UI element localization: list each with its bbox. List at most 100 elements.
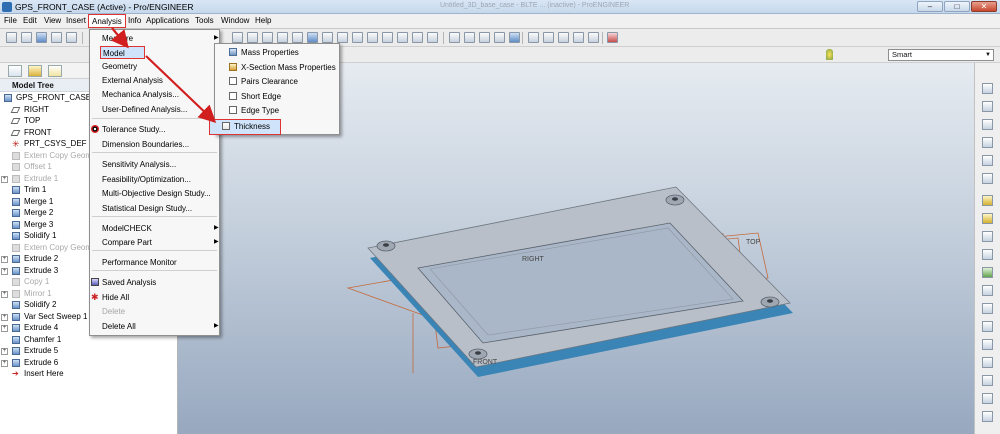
print-icon[interactable] bbox=[51, 32, 62, 43]
orient-icon[interactable] bbox=[307, 32, 318, 43]
model-submenu-item[interactable]: Edge Type bbox=[215, 104, 339, 117]
blend-tool-icon[interactable] bbox=[982, 249, 993, 260]
whats-this-icon[interactable] bbox=[607, 32, 618, 43]
model-tree-item[interactable]: Chamfer 1 bbox=[0, 335, 178, 347]
shading-icon[interactable] bbox=[494, 32, 505, 43]
menu-help[interactable]: Help bbox=[255, 16, 271, 25]
hole-tool-icon[interactable] bbox=[982, 267, 993, 278]
expand-icon[interactable]: + bbox=[1, 175, 8, 183]
menu-applications[interactable]: Applications bbox=[146, 16, 189, 25]
mirror-tool-icon[interactable] bbox=[982, 393, 993, 404]
analysis-menu-item[interactable]: Measure ▶ bbox=[90, 32, 219, 45]
datum-planes-icon[interactable] bbox=[528, 32, 539, 43]
draft-tool-icon[interactable] bbox=[982, 321, 993, 332]
analysis-menu-item[interactable]: Feasibility/Optimization... bbox=[90, 173, 219, 186]
layers-icon[interactable] bbox=[397, 32, 408, 43]
analysis-menu-item[interactable]: Saved Analysis bbox=[90, 276, 219, 289]
shell-tool-icon[interactable] bbox=[982, 285, 993, 296]
analysis-menu-item[interactable]: Sensitivity Analysis... bbox=[90, 158, 219, 171]
analysis-menu-item[interactable]: Statistical Design Study... bbox=[90, 202, 219, 215]
menu-insert[interactable]: Insert bbox=[66, 16, 86, 25]
analysis-menu-item[interactable]: ModelCHECK ▶ bbox=[90, 222, 219, 235]
sweep-tool-icon[interactable] bbox=[982, 231, 993, 242]
menu-analysis[interactable]: Analysis bbox=[88, 14, 126, 28]
analysis-menu-item[interactable]: Performance Monitor bbox=[90, 256, 219, 269]
analysis-menu-item[interactable]: Mechanica Analysis... bbox=[90, 88, 219, 101]
analysis-menu-item[interactable]: User-Defined Analysis... bbox=[90, 103, 219, 116]
merge-tool-icon[interactable] bbox=[982, 411, 993, 422]
model-submenu-item[interactable]: Thickness bbox=[209, 118, 281, 135]
lightbulb-icon[interactable] bbox=[826, 49, 833, 60]
saved-views-icon[interactable] bbox=[382, 32, 393, 43]
csys-tool-icon[interactable] bbox=[982, 173, 993, 184]
no-hidden-icon[interactable] bbox=[479, 32, 490, 43]
round-tool-icon[interactable] bbox=[982, 339, 993, 350]
model-submenu-item[interactable]: Mass Properties bbox=[215, 46, 339, 59]
zoom-in-icon[interactable] bbox=[322, 32, 333, 43]
favorites-tab-icon[interactable] bbox=[48, 65, 62, 77]
model-submenu-item[interactable]: Short Edge bbox=[215, 90, 339, 103]
menu-window[interactable]: Window bbox=[221, 16, 249, 25]
open-icon[interactable] bbox=[21, 32, 32, 43]
analysis-menu-item[interactable]: Compare Part ▶ bbox=[90, 236, 219, 249]
expand-icon[interactable]: + bbox=[1, 325, 8, 332]
menu-edit[interactable]: Edit bbox=[23, 16, 37, 25]
spin-center-icon[interactable] bbox=[292, 32, 303, 43]
regenerate-icon[interactable] bbox=[232, 32, 243, 43]
save-icon[interactable] bbox=[36, 32, 47, 43]
model-tree-item[interactable]: + Extrude 5 bbox=[0, 346, 178, 358]
copy-tool-icon[interactable] bbox=[982, 375, 993, 386]
extrude-tool-icon[interactable] bbox=[982, 195, 993, 206]
select-icon[interactable] bbox=[262, 32, 273, 43]
new-icon[interactable] bbox=[6, 32, 17, 43]
expand-icon[interactable]: + bbox=[1, 290, 8, 298]
datum-point-tool-icon[interactable] bbox=[982, 155, 993, 166]
revolve-tool-icon[interactable] bbox=[982, 213, 993, 224]
refit-icon[interactable] bbox=[352, 32, 363, 43]
datum-plane-tool-icon[interactable] bbox=[982, 101, 993, 112]
datum-points-label-icon[interactable] bbox=[573, 32, 584, 43]
csys-icon[interactable] bbox=[588, 32, 599, 43]
expand-icon[interactable]: + bbox=[1, 348, 8, 355]
find-icon[interactable] bbox=[247, 32, 258, 43]
analysis-menu-item[interactable]: Delete All ▶ bbox=[90, 320, 219, 333]
selection-filter-dropdown[interactable]: Smart ▼ bbox=[888, 49, 994, 61]
analysis-menu-item[interactable]: Tolerance Study... bbox=[90, 123, 219, 136]
rib-tool-icon[interactable] bbox=[982, 303, 993, 314]
expand-icon[interactable]: + bbox=[1, 359, 8, 367]
maximize-button[interactable]: □ bbox=[944, 1, 970, 12]
zoom-out-icon[interactable] bbox=[337, 32, 348, 43]
appearance-icon[interactable] bbox=[509, 32, 520, 43]
reorient-icon[interactable] bbox=[367, 32, 378, 43]
model-submenu-item[interactable]: Pairs Clearance bbox=[215, 75, 339, 88]
repaint-icon[interactable] bbox=[277, 32, 288, 43]
analysis-menu-item[interactable]: Dimension Boundaries... bbox=[90, 138, 219, 151]
analysis-menu-item[interactable]: ✱ Hide All bbox=[90, 291, 219, 304]
view-manager-icon[interactable] bbox=[412, 32, 423, 43]
datum-axes-icon[interactable] bbox=[543, 32, 554, 43]
analysis-menu-item[interactable]: Multi-Objective Design Study... bbox=[90, 187, 219, 200]
hidden-line-icon[interactable] bbox=[464, 32, 475, 43]
menu-tools[interactable]: Tools bbox=[195, 16, 214, 25]
analysis-menu-item[interactable]: Geometry▶ bbox=[90, 60, 219, 73]
analysis-menu-item[interactable]: Model▶ bbox=[100, 46, 220, 59]
menu-file[interactable]: File bbox=[4, 16, 17, 25]
email-icon[interactable] bbox=[66, 32, 77, 43]
expand-icon[interactable]: + bbox=[1, 313, 8, 321]
model-tree-item[interactable]: ➔ Insert Here bbox=[0, 369, 178, 381]
menu-info[interactable]: Info bbox=[128, 16, 141, 25]
sketch-tool-icon[interactable] bbox=[982, 83, 993, 94]
analysis-menu-item[interactable]: External Analysis▶ bbox=[90, 74, 219, 87]
expand-icon[interactable]: + bbox=[1, 267, 8, 275]
display-style-icon[interactable] bbox=[427, 32, 438, 43]
model-tree-tab-icon[interactable] bbox=[8, 65, 22, 77]
minimize-button[interactable]: – bbox=[917, 1, 943, 12]
chamfer-tool-icon[interactable] bbox=[982, 357, 993, 368]
expand-icon[interactable]: + bbox=[1, 256, 8, 263]
close-button[interactable]: ✕ bbox=[971, 1, 997, 12]
model-submenu-item[interactable]: X-Section Mass Properties bbox=[215, 61, 339, 74]
wireframe-icon[interactable] bbox=[449, 32, 460, 43]
datum-points-icon[interactable] bbox=[558, 32, 569, 43]
datum-axis-tool-icon[interactable] bbox=[982, 119, 993, 130]
menu-view[interactable]: View bbox=[44, 16, 61, 25]
